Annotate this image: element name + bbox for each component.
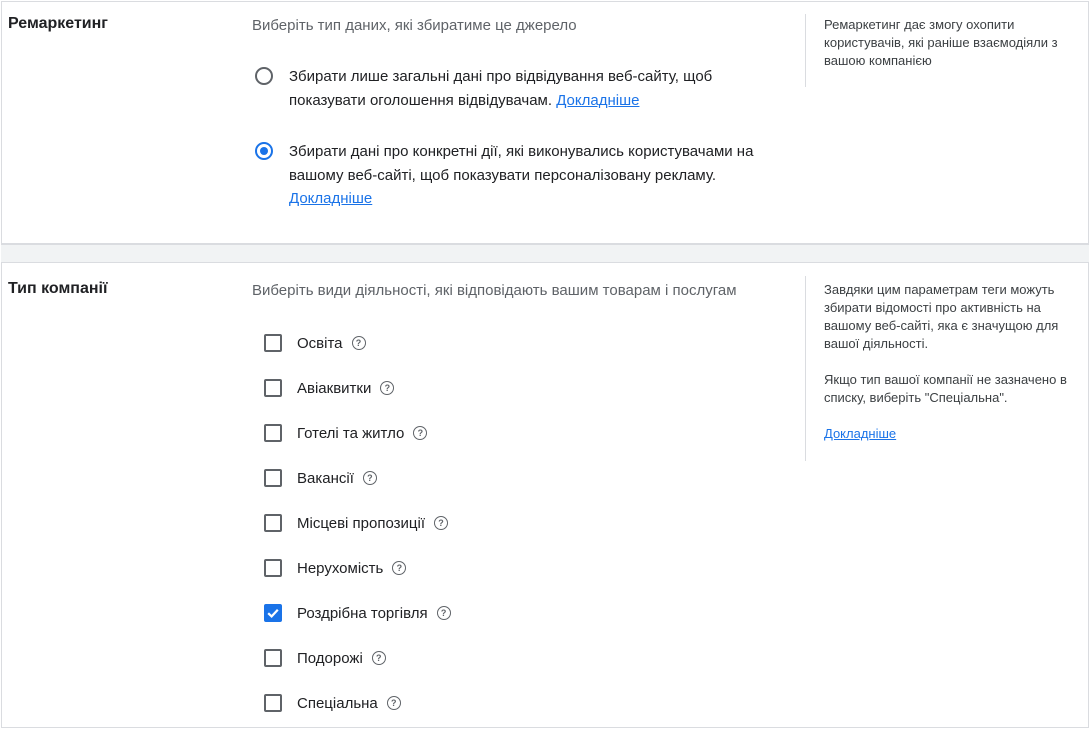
section-separator xyxy=(1,244,1089,262)
radio-option-general-visits-text: Збирати лише загальні дані про відвідува… xyxy=(289,65,789,112)
checkbox-row-real-estate[interactable]: Нерухомість ? xyxy=(264,556,407,580)
checkbox-real-estate[interactable] xyxy=(264,559,282,577)
help-icon[interactable]: ? xyxy=(436,606,451,620)
checkbox-custom[interactable] xyxy=(264,694,282,712)
remarketing-side-help: Ремаркетинг дає змогу охопити користувач… xyxy=(824,16,1086,70)
checkmark-icon xyxy=(267,609,279,618)
checkbox-label-flights: Авіаквитки xyxy=(297,379,372,397)
radio-button-specific-actions[interactable] xyxy=(255,142,273,160)
radio-option-specific-actions-text: Збирати дані про конкретні дії, які вико… xyxy=(289,140,789,211)
side-divider xyxy=(805,276,806,461)
checkbox-label-hotels: Готелі та житло xyxy=(297,424,405,442)
checkbox-row-local-deals[interactable]: Місцеві пропозиції ? xyxy=(264,511,449,535)
radio-button-general-visits[interactable] xyxy=(255,67,273,85)
radio-option-general-visits-label: Збирати лише загальні дані про відвідува… xyxy=(289,68,713,109)
checkbox-jobs[interactable] xyxy=(264,469,282,487)
checkbox-row-jobs[interactable]: Вакансії ? xyxy=(264,466,377,490)
help-icon[interactable]: ? xyxy=(434,516,449,530)
learn-more-link-general-visits[interactable]: Докладніше xyxy=(556,92,639,109)
help-icon[interactable]: ? xyxy=(413,426,428,440)
learn-more-link-specific-actions[interactable]: Докладніше xyxy=(289,190,372,207)
help-icon[interactable]: ? xyxy=(351,336,366,350)
checkbox-row-retail[interactable]: Роздрібна торгівля ? xyxy=(264,601,451,625)
checkbox-retail[interactable] xyxy=(264,604,282,622)
remarketing-subtitle: Виберіть тип даних, які збиратиме це дже… xyxy=(252,17,577,34)
checkbox-row-custom[interactable]: Спеціальна ? xyxy=(264,691,401,715)
business-type-side-help-text-2: Якщо тип вашої компанії не зазначено в с… xyxy=(824,372,1067,405)
checkbox-label-custom: Спеціальна xyxy=(297,694,378,712)
side-divider xyxy=(805,14,806,87)
business-type-side-help-text-1: Завдяки цим параметрам теги можуть збира… xyxy=(824,282,1059,351)
checkbox-label-education: Освіта xyxy=(297,334,343,352)
checkbox-label-jobs: Вакансії xyxy=(297,469,354,487)
business-type-side-help: Завдяки цим параметрам теги можуть збира… xyxy=(824,281,1086,443)
business-type-section: Тип компанії Виберіть види діяльності, я… xyxy=(1,262,1089,728)
checkbox-hotels[interactable] xyxy=(264,424,282,442)
checkbox-row-travel[interactable]: Подорожі ? xyxy=(264,646,386,670)
business-type-title: Тип компанії xyxy=(8,280,108,297)
help-icon[interactable]: ? xyxy=(386,696,401,710)
help-icon[interactable]: ? xyxy=(362,471,377,485)
checkbox-row-flights[interactable]: Авіаквитки ? xyxy=(264,376,395,400)
checkbox-education[interactable] xyxy=(264,334,282,352)
checkbox-local-deals[interactable] xyxy=(264,514,282,532)
checkbox-row-hotels[interactable]: Готелі та житло ? xyxy=(264,421,428,445)
help-icon[interactable]: ? xyxy=(380,381,395,395)
help-icon[interactable]: ? xyxy=(371,651,386,665)
remarketing-section: Ремаркетинг Виберіть тип даних, які збир… xyxy=(1,1,1089,244)
remarketing-title: Ремаркетинг xyxy=(8,15,108,32)
remarketing-side-help-text: Ремаркетинг дає змогу охопити користувач… xyxy=(824,17,1058,68)
checkbox-row-education[interactable]: Освіта ? xyxy=(264,331,366,355)
checkbox-travel[interactable] xyxy=(264,649,282,667)
checkbox-label-travel: Подорожі xyxy=(297,649,363,667)
learn-more-link-business-type[interactable]: Докладніше xyxy=(824,426,896,441)
checkbox-label-retail: Роздрібна торгівля xyxy=(297,604,428,622)
checkbox-label-local-deals: Місцеві пропозиції xyxy=(297,514,426,532)
checkbox-flights[interactable] xyxy=(264,379,282,397)
help-icon[interactable]: ? xyxy=(392,561,407,575)
business-type-subtitle: Виберіть види діяльності, які відповідаю… xyxy=(252,282,737,299)
radio-option-specific-actions-label: Збирати дані про конкретні дії, які вико… xyxy=(289,143,754,184)
checkbox-label-real-estate: Нерухомість xyxy=(297,559,384,577)
